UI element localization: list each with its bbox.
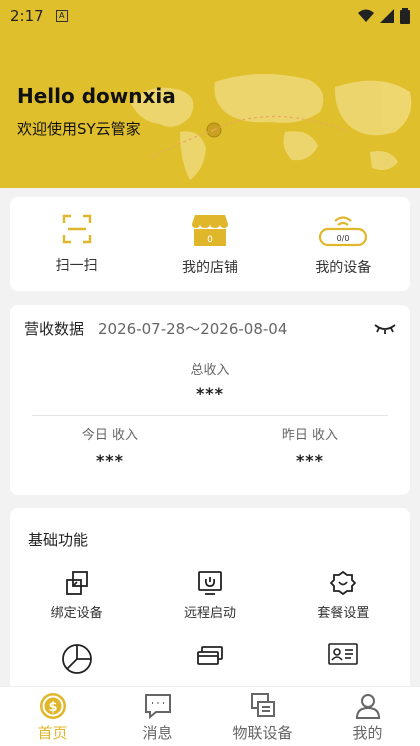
revenue-date-range[interactable]: 2026-07-28～2026-08-04 [98, 318, 287, 339]
store-badge: 0 [207, 235, 213, 245]
my-store-button[interactable]: 0 我的店铺 [143, 197, 276, 291]
package-settings-icon [330, 570, 357, 596]
today-income-value: *** [95, 451, 125, 470]
scan-icon [62, 214, 91, 244]
basic-functions-card: 基础功能 绑定设备 远程启动 套餐设置 [10, 508, 410, 698]
quick-actions-card: 扫一扫 0 我的店铺 0/0 我的设备 [10, 197, 410, 291]
my-store-label: 我的店铺 [181, 260, 238, 276]
card-icon [197, 646, 223, 665]
member-button[interactable] [277, 643, 410, 681]
statistics-button[interactable] [10, 643, 143, 681]
tab-profile-label: 我的 [352, 724, 383, 742]
bottom-navigation: $ 首页 消息 物联设备 我的 [0, 686, 420, 746]
bind-device-button[interactable]: 绑定设备 [10, 570, 143, 621]
revenue-title: 营收数据 [24, 320, 85, 338]
greeting-text: Hello downxia [17, 84, 176, 108]
tab-messages[interactable]: 消息 [105, 687, 210, 746]
package-settings-button[interactable]: 套餐设置 [277, 570, 410, 621]
remote-start-label: 远程启动 [183, 606, 236, 621]
yesterday-income-label: 昨日 收入 [281, 428, 339, 443]
store-icon: 0 [191, 215, 228, 246]
battery-icon [400, 8, 410, 24]
tab-profile[interactable]: 我的 [315, 687, 420, 746]
revenue-card: 营收数据 2026-07-28～2026-08-04 总收入 *** 今日 收入… [10, 305, 410, 495]
scan-button[interactable]: 扫一扫 [10, 197, 143, 291]
bind-device-icon [65, 571, 88, 595]
package-settings-label: 套餐设置 [317, 606, 370, 621]
remote-start-icon [198, 571, 222, 595]
today-income-label: 今日 收入 [81, 428, 139, 443]
profile-icon [355, 694, 380, 719]
device-icon: 0/0 [319, 216, 368, 247]
basic-functions-title: 基础功能 [28, 531, 89, 549]
pie-chart-icon [61, 644, 92, 674]
my-device-label: 我的设备 [315, 260, 372, 276]
message-icon [144, 694, 171, 720]
tab-home-label: 首页 [37, 724, 68, 742]
world-map-illustration [130, 73, 412, 180]
tab-home[interactable]: $ 首页 [0, 687, 105, 746]
card-management-button[interactable] [143, 643, 276, 681]
svg-text:$: $ [48, 700, 57, 715]
device-badge: 0/0 [337, 234, 350, 243]
my-device-button[interactable]: 0/0 我的设备 [277, 197, 410, 291]
remote-start-button[interactable]: 远程启动 [143, 570, 276, 621]
status-bar: 2:17 A [0, 0, 420, 32]
welcome-text: 欢迎使用SY云管家 [17, 120, 141, 138]
notification-icon: A [55, 10, 68, 22]
scan-label: 扫一扫 [55, 258, 98, 274]
tab-messages-label: 消息 [142, 724, 173, 742]
wifi-icon [358, 9, 374, 22]
revenue-divider [32, 415, 388, 416]
tab-iot-devices-label: 物联设备 [232, 724, 293, 742]
yesterday-income-value: *** [295, 451, 325, 470]
tab-iot-devices[interactable]: 物联设备 [210, 687, 315, 746]
eye-closed-icon[interactable] [374, 323, 396, 335]
total-income-label: 总收入 [190, 363, 230, 378]
total-income-value: *** [195, 384, 225, 403]
bind-device-label: 绑定设备 [50, 606, 103, 621]
signal-icon [380, 9, 394, 23]
id-card-icon [328, 643, 359, 665]
home-coin-icon: $ [39, 693, 66, 719]
status-time: 2:17 [10, 7, 44, 25]
iot-device-icon [250, 693, 275, 717]
